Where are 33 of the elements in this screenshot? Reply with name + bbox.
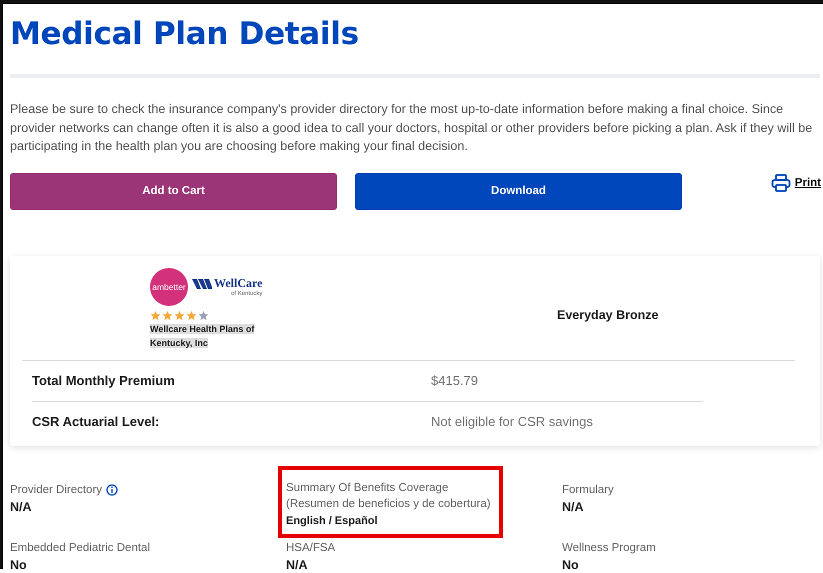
separator: / [328, 514, 332, 526]
printer-icon [770, 174, 791, 192]
detail-label: Wellness Program [562, 540, 656, 556]
issuer-name: Wellcare Health Plans of Kentucky, Inc [150, 322, 256, 350]
detail-value: N/A [286, 558, 309, 572]
detail-value: No [562, 558, 580, 572]
notice-text: Please be sure to check the insurance company's provider directory for the most up-to-date information before making a final choice. Since provider networks can change often it is also a good idea to call your doctors, hospital or other providers before picking a plan. Ask if they will be participating in the health plan you are choosing before making your final decision. [10, 101, 814, 155]
info-icon[interactable] [106, 484, 118, 496]
star-icon [198, 310, 209, 320]
language-link[interactable]: English [286, 514, 326, 526]
row-label: CSR Actuarial Level: [32, 414, 160, 429]
star-icon [174, 310, 185, 320]
row-value: Not eligible for CSR savings [431, 414, 593, 429]
detail-value: No [10, 558, 28, 572]
plan-name: Everyday Bronze [556, 308, 658, 324]
detail-label: Summary Of Benefits Coverage [286, 480, 448, 496]
add-to-cart-button[interactable]: Add to Cart [10, 172, 337, 210]
star-icon [186, 310, 197, 320]
detail-label: Embedded Pediatric Dental [10, 540, 150, 556]
page-title: Medical Plan Details [10, 15, 360, 54]
detail-sublabel: (Resumen de beneficios y de cobertura) [286, 496, 491, 512]
download-button[interactable]: Download [355, 172, 682, 210]
detail-value: N/A [10, 500, 33, 514]
detail-label: Provider Directory [10, 482, 102, 498]
detail-label: HSA/FSA [286, 540, 336, 556]
star-icon [150, 310, 161, 320]
star-icon [162, 310, 173, 320]
language-link[interactable]: Español [334, 514, 378, 526]
row-label: Total Monthly Premium [32, 373, 176, 388]
print-link[interactable]: Print [770, 174, 823, 192]
detail-label: Formulary [562, 482, 614, 498]
detail-value: N/A [562, 500, 585, 514]
row-value: $415.79 [431, 373, 478, 388]
